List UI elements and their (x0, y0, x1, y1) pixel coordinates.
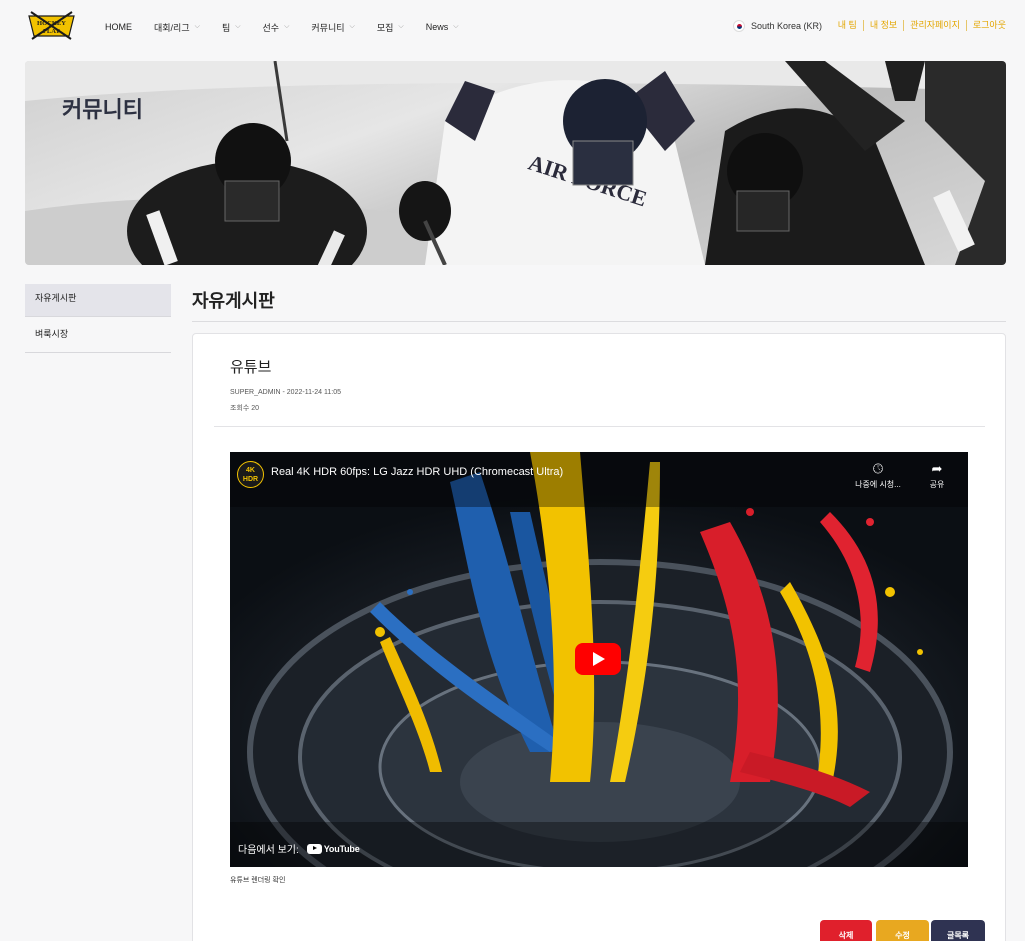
post-meta: SUPER_ADMIN - 2022-11-24 11:05 (230, 389, 342, 396)
list-button[interactable]: 글목록 (931, 920, 985, 941)
sidebar-item-free-board[interactable]: 자유게시판 (25, 284, 171, 317)
admin-page-link[interactable]: 관리자페이지 (903, 20, 966, 31)
site-header: HOCKEY PLAY HOME 대회/리그 ⌵ 팀 ⌵ 선수 ⌵ 커뮤니티 ⌵ 모집 ⌵… (0, 0, 1025, 54)
youtube-play-icon (306, 843, 322, 854)
chevron-down-icon: ⌵ (235, 23, 241, 30)
clock-icon: 🕓︎ (872, 461, 884, 476)
hockey-play-logo[interactable]: HOCKEY PLAY (25, 9, 78, 41)
title-divider (192, 321, 1006, 322)
channel-badge-label: 4K HDR (242, 467, 259, 483)
youtube-label: YouTube (323, 843, 360, 854)
nav-news[interactable]: News ⌵ (426, 22, 459, 32)
nav-recruit-label: 모집 (376, 22, 394, 33)
user-links: 내 팀 내 정보 관리자페이지 로그아웃 (832, 20, 1006, 31)
post-divider (214, 426, 985, 427)
video-title[interactable]: Real 4K HDR 60fps: LG Jazz HDR UHD (Chro… (271, 466, 563, 478)
chevron-down-icon: ⌵ (349, 23, 355, 30)
chevron-down-icon: ⌵ (194, 23, 200, 30)
nav-recruit[interactable]: 모집 ⌵ (377, 21, 404, 34)
nav-news-label: News (425, 22, 449, 32)
channel-avatar[interactable]: 4K HDR (237, 461, 264, 488)
watch-on-youtube[interactable]: 다음에서 보기: YouTube (238, 841, 360, 856)
nav-home-label: HOME (105, 22, 132, 32)
svg-text:HOCKEY: HOCKEY (37, 20, 66, 27)
post-title: 유튜브 (230, 359, 272, 376)
sidebar: 자유게시판 벼룩시장 (25, 284, 171, 356)
nav-home[interactable]: HOME (105, 22, 132, 32)
korea-flag-icon (733, 20, 745, 32)
post-body-text: 유튜브 렌더링 확인 (230, 877, 286, 884)
community-banner: AIR FORCE 커뮤니티 (25, 61, 1006, 265)
chevron-down-icon: ⌵ (284, 23, 290, 30)
my-info-link[interactable]: 내 정보 (862, 20, 903, 31)
page-title: 자유게시판 (192, 291, 275, 311)
share-label: 공유 (929, 480, 945, 489)
hockey-players-image: AIR FORCE (25, 61, 1006, 265)
play-button[interactable] (575, 643, 621, 675)
watch-later-button[interactable]: 🕓︎ 나중에 시청... (848, 461, 908, 490)
edit-button[interactable]: 수정 (876, 920, 929, 941)
youtube-embed[interactable]: 4K HDR Real 4K HDR 60fps: LG Jazz HDR UH… (230, 452, 968, 867)
youtube-logo: YouTube (306, 843, 360, 854)
watch-on-label: 다음에서 보기: (238, 845, 299, 856)
chevron-down-icon: ⌵ (453, 23, 459, 30)
banner-title: 커뮤니티 (62, 97, 143, 122)
nav-players[interactable]: 선수 ⌵ (263, 21, 290, 34)
nav-competitions[interactable]: 대회/리그 ⌵ (154, 21, 200, 34)
delete-button[interactable]: 삭제 (820, 920, 872, 941)
nav-competitions-label: 대회/리그 (154, 22, 190, 33)
post-views: 조회수 20 (230, 405, 260, 412)
share-arrow-icon: ➦ (931, 461, 943, 476)
nav-team[interactable]: 팀 ⌵ (222, 21, 241, 34)
nav-team-label: 팀 (221, 22, 231, 33)
my-team-link[interactable]: 내 팀 (832, 20, 863, 31)
share-button[interactable]: ➦ 공유 (907, 461, 967, 490)
main-nav: HOME 대회/리그 ⌵ 팀 ⌵ 선수 ⌵ 커뮤니티 ⌵ 모집 ⌵ News ⌵ (105, 0, 481, 54)
sidebar-item-flea-market[interactable]: 벼룩시장 (25, 320, 171, 353)
chevron-down-icon: ⌵ (398, 23, 404, 30)
nav-community[interactable]: 커뮤니티 ⌵ (311, 21, 354, 34)
nav-community-label: 커뮤니티 (311, 22, 345, 33)
svg-text:PLAY: PLAY (43, 28, 60, 35)
logout-link[interactable]: 로그아웃 (965, 20, 1006, 31)
watch-later-label: 나중에 시청... (855, 480, 901, 489)
nav-players-label: 선수 (262, 22, 280, 33)
post-card: 유튜브 SUPER_ADMIN - 2022-11-24 11:05 조회수 2… (192, 333, 1006, 941)
country-selector[interactable]: South Korea (KR) (733, 20, 822, 32)
country-label: South Korea (KR) (751, 21, 823, 31)
